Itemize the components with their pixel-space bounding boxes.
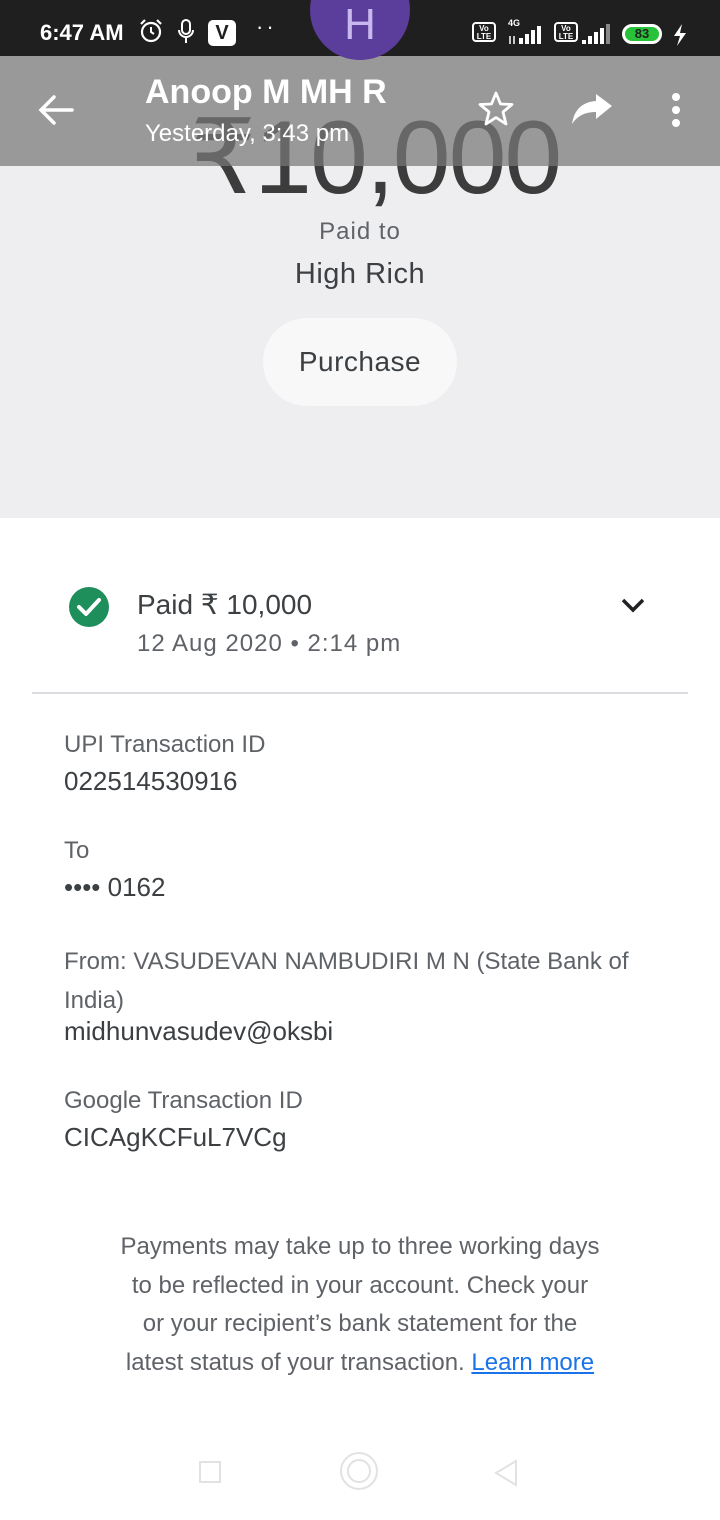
- star-icon[interactable]: [477, 90, 515, 128]
- more-notifications-icon: ··: [256, 14, 277, 39]
- learn-more-link[interactable]: Learn more: [471, 1349, 594, 1376]
- chevron-down-icon[interactable]: [620, 596, 646, 614]
- recents-button[interactable]: [199, 1461, 221, 1483]
- app-v-icon: V: [208, 20, 236, 46]
- upi-transaction-id-value: 022514530916: [64, 766, 238, 796]
- from-upi-id-value: midhunvasudev@oksbi: [64, 1016, 334, 1046]
- google-transaction-id-value: CICAgKCFuL7VCg: [64, 1122, 287, 1152]
- battery-level: 83: [625, 27, 659, 41]
- to-label: To: [64, 837, 90, 864]
- signal-icon: [582, 24, 610, 44]
- from-label: From: VASUDEVAN NAMBUDIRI M N (State Ban…: [64, 948, 629, 1014]
- success-check-icon: [69, 587, 109, 627]
- mic-icon: [178, 19, 194, 43]
- home-button[interactable]: [340, 1452, 378, 1490]
- nav-back-icon[interactable]: [492, 1458, 520, 1488]
- paid-to-label: Paid to: [319, 218, 401, 245]
- contact-name: Anoop M MH R: [145, 73, 387, 111]
- google-transaction-id-label: Google Transaction ID: [64, 1087, 303, 1114]
- share-icon[interactable]: [570, 92, 614, 128]
- payment-status: Paid ₹ 10,000: [137, 589, 313, 620]
- processing-note: Payments may take up to three working da…: [120, 1228, 600, 1382]
- divider: [32, 692, 688, 694]
- volte-icon: Vo LTE: [554, 22, 578, 42]
- charging-bolt-icon: [674, 24, 686, 46]
- payee-name: High Rich: [294, 258, 426, 290]
- back-arrow-icon[interactable]: [36, 92, 74, 128]
- transaction-subtitle: Yesterday, 3:43 pm: [145, 120, 350, 147]
- payment-date: 12 Aug 2020 • 2:14 pm: [137, 630, 402, 657]
- signal-icon: [509, 26, 541, 44]
- more-vert-icon[interactable]: [668, 92, 684, 128]
- app-bar: Anoop M MH R Yesterday, 3:43 pm: [0, 56, 720, 166]
- alarm-icon: [140, 19, 162, 43]
- payment-note-chip: Purchase: [263, 318, 457, 406]
- to-account-value: •••• 0162: [64, 872, 166, 902]
- battery-icon: 83: [622, 24, 662, 44]
- volte-icon: Vo LTE: [472, 22, 496, 42]
- upi-transaction-id-label: UPI Transaction ID: [64, 731, 266, 758]
- status-time: 6:47 AM: [40, 20, 124, 45]
